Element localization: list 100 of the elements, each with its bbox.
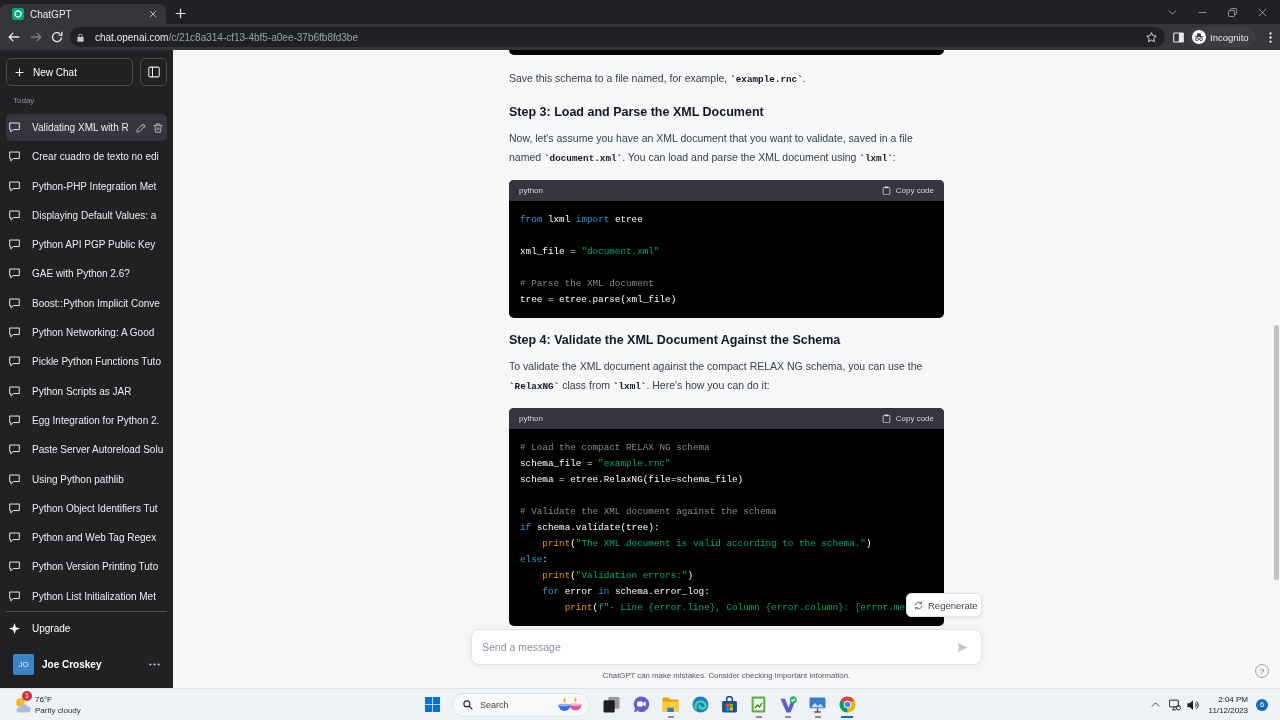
chat-bubble-icon — [9, 327, 20, 339]
chat-item[interactable]: Displaying Default Values: a — [6, 201, 167, 229]
chart-notepad-icon — [750, 696, 768, 713]
back-icon[interactable] — [8, 31, 20, 43]
folder-icon — [662, 696, 680, 713]
tricolor-circle-icon — [838, 696, 856, 713]
oil-lamps-icon — [557, 696, 582, 713]
code-line: # Load the compact RELAX NG schema — [520, 441, 710, 455]
chat-item[interactable]: Boost::Python Implicit Conve — [6, 289, 167, 317]
chat-bubble-icon — [9, 532, 20, 544]
sparkle-icon — [9, 622, 20, 634]
weather-icon[interactable] — [14, 696, 31, 713]
trash-icon[interactable] — [152, 122, 163, 133]
close-icon[interactable] — [1257, 7, 1267, 17]
chat-item[interactable]: Crear cuadro de texto no edi — [6, 143, 167, 171]
chat-item[interactable]: Python Networking: A Good — [6, 319, 167, 347]
caret-up-icon[interactable] — [1150, 700, 1160, 709]
plus-icon[interactable] — [175, 8, 186, 19]
pencil-icon[interactable] — [135, 122, 146, 133]
chat-item[interactable]: Validating XML with R — [6, 114, 167, 141]
chat-bubble-icon — [9, 385, 20, 397]
taskbar-search-field[interactable]: Search — [451, 692, 590, 717]
video-chat-icon — [632, 696, 650, 713]
refresh-icon — [914, 600, 923, 610]
code-line: else: — [520, 553, 548, 567]
swirl-icon — [691, 696, 709, 713]
new-chat-button[interactable]: New Chat — [6, 58, 133, 86]
code-line: # Parse the XML document — [520, 277, 654, 291]
start-icon[interactable] — [425, 697, 441, 712]
section-label: Today — [13, 95, 36, 107]
code-line: print("Validation errors:") — [542, 569, 693, 583]
regenerate-button[interactable]: Regenerate — [906, 593, 982, 617]
code-line: from lxml import etree — [520, 213, 643, 227]
lock-icon — [76, 32, 85, 42]
clock-date[interactable]: 11/12/2023 — [1208, 704, 1248, 716]
section-heading: Step 4: Validate the XML Document Against the Schema — [509, 332, 842, 349]
monitor-picture-icon — [809, 696, 827, 713]
chat-bubble-icon — [9, 180, 20, 192]
caret-down-icon[interactable] — [1168, 7, 1178, 17]
browser-tab[interactable]: ChatGPT — [0, 4, 166, 24]
chat-item[interactable]: Python-PHP Integration Met — [6, 172, 167, 200]
restore-icon[interactable] — [1227, 7, 1237, 17]
code-line: print("The XML document is valid according to the schema.") — [542, 537, 872, 551]
copy-code-button[interactable]: Copy code — [881, 186, 934, 195]
clipboard-icon — [881, 414, 891, 423]
code-line: print(f"- Line {error.line}, Column {error.column}: {error.me — [564, 601, 905, 615]
address-bar[interactable]: chat.openai.com/c/21c8a314-cf13-4bf5-a0ee-37b6fb8fd3be — [70, 27, 1165, 47]
chat-bubble-icon — [9, 239, 20, 251]
chat-bubble-icon — [9, 414, 20, 426]
chat-item[interactable]: Pickle Python Functions Tuto — [6, 348, 167, 376]
code-language: python — [519, 186, 544, 195]
clipboard-icon — [881, 186, 891, 195]
upgrade-button[interactable]: Upgrade — [6, 613, 167, 643]
logo-icon — [12, 8, 24, 20]
incognito-button[interactable]: Incognito — [1188, 27, 1256, 47]
clock-time[interactable]: 2:04 PM — [1218, 693, 1248, 705]
side-panel-icon[interactable] — [1172, 31, 1184, 43]
chat-bubble-icon — [9, 502, 20, 514]
temperature-text[interactable]: 76°F — [35, 693, 81, 705]
chat-item[interactable]: Egg Integration for Python 2. — [6, 406, 167, 434]
reload-icon[interactable] — [51, 31, 63, 43]
chat-item[interactable]: Python API PGP Public Key — [6, 231, 167, 259]
chat-bubble-icon — [9, 444, 20, 456]
sidebar-icon — [147, 66, 160, 78]
v-check-icon — [779, 696, 797, 713]
search-icon — [462, 699, 473, 710]
volume-icon[interactable] — [1186, 698, 1199, 711]
message-input[interactable]: Send a message — [471, 629, 982, 665]
chat-bubble-icon — [9, 473, 20, 485]
code-language: python — [519, 414, 544, 423]
url-text: chat.openai.com/c/21c8a314-cf13-4bf5-a0ee-37b6fb8fd3be — [95, 31, 359, 43]
chat-bubble-icon — [9, 356, 20, 368]
chat-item[interactable]: Python Object Identifiers Tut — [6, 494, 167, 522]
scrollbar-thumb[interactable] — [1274, 325, 1279, 580]
shopping-bag-icon — [721, 696, 738, 713]
task-view-icon — [603, 696, 621, 713]
chat-bubble-icon — [9, 151, 20, 163]
chat-item[interactable]: Python Scripts as JAR — [6, 377, 167, 405]
chat-bubble-icon — [9, 561, 20, 573]
chat-item[interactable]: Python List Initialization Met — [6, 582, 167, 610]
network-icon[interactable] — [1168, 698, 1181, 711]
chat-bubble-icon — [9, 590, 20, 602]
chat-item[interactable]: Python and Web Tag Regex — [6, 524, 167, 552]
chat-item[interactable]: Python Version Printing Tuto — [6, 553, 167, 581]
plus-icon — [15, 67, 24, 77]
code-line: xml_file = "document.xml" — [520, 245, 660, 259]
sidebar-toggle-button[interactable] — [140, 58, 167, 86]
chat-item[interactable]: GAE with Python 2.6? — [6, 260, 167, 288]
weather-condition-text[interactable]: Partly cloudy — [35, 704, 81, 716]
code-line: schema = etree.RelaxNG(file=schema_file) — [520, 473, 744, 487]
user-name[interactable]: Joe Croskey — [42, 658, 141, 670]
section-heading: Step 3: Load and Parse the XML Document — [509, 104, 765, 121]
code-line: schema_file = "example.rnc" — [520, 457, 671, 471]
chat-item[interactable]: Paste Server Autoreload Solu — [6, 436, 167, 464]
copy-code-button[interactable]: Copy code — [881, 414, 934, 423]
chat-item[interactable]: Using Python pathlib — [6, 465, 167, 493]
star-icon[interactable] — [1146, 31, 1157, 43]
code-line: for error in schema.error_log: — [542, 585, 710, 599]
close-icon[interactable] — [149, 10, 157, 18]
chat-bubble-icon — [9, 268, 20, 280]
